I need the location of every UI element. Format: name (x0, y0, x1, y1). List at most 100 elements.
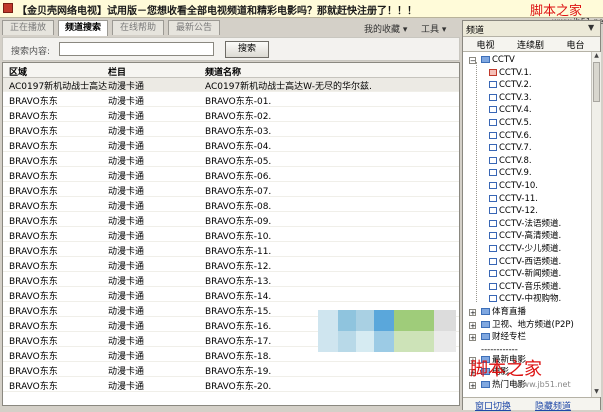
blurred-region (318, 310, 458, 352)
tree-node-label: CCTV.4. (499, 105, 532, 116)
table-row[interactable]: BRAVO东东 动漫卡通 BRAVO东东-03. (3, 123, 459, 137)
tv-icon (489, 232, 497, 240)
tree-channel[interactable]: CCTV.5. (489, 117, 532, 129)
panel-tab-radio[interactable]: 电台 (553, 38, 598, 51)
table-row[interactable]: BRAVO东东 动漫卡通 BRAVO东东-20. (3, 378, 459, 392)
table-header: 区域 栏目 频道名称 (3, 63, 459, 78)
tree-channel[interactable]: CCTV.3. (489, 92, 532, 104)
tree-folder[interactable]: + 财经专栏 (469, 331, 526, 343)
scroll-down-icon[interactable]: ▼ (593, 388, 600, 396)
tree-channel[interactable]: CCTV.1. (489, 67, 532, 79)
table-row[interactable]: AC0197新机动战士高达 动漫卡通 AC0197新机动战士高达W-无尽的华尔兹. (3, 78, 459, 92)
tree-channel[interactable]: CCTV-中视购物. (489, 293, 561, 305)
tree-channel[interactable]: CCTV.2. (489, 79, 532, 91)
tree-channel[interactable]: CCTV.9. (489, 167, 532, 179)
tab-channel-search[interactable]: 频道搜索 (58, 20, 108, 36)
table-row[interactable]: BRAVO东东 动漫卡通 BRAVO东东-01. (3, 93, 459, 107)
tab-online-help[interactable]: 在线帮助 (112, 20, 164, 35)
tree-channel[interactable]: CCTV-西语频道. (489, 256, 561, 268)
tree-channel[interactable]: CCTV-音乐频道. (489, 281, 561, 293)
tree-node-label: CCTV-12. (499, 206, 538, 217)
expand-icon[interactable]: + (469, 321, 476, 329)
cell-category: 动漫卡通 (108, 232, 145, 242)
panel-tab-tv[interactable]: 电视 (463, 38, 508, 51)
cell-channel-name: BRAVO东东-16. (205, 322, 272, 332)
panel-tab-series[interactable]: 连续剧 (508, 38, 553, 51)
collapse-icon[interactable]: − (469, 57, 476, 65)
tree-channel[interactable]: CCTV-少儿频道. (489, 243, 561, 255)
table-row[interactable]: BRAVO东东 动漫卡通 BRAVO东东-19. (3, 363, 459, 377)
cell-category: 动漫卡通 (108, 187, 145, 197)
tree-node-label: CCTV.8. (499, 155, 532, 166)
favorites-menu[interactable]: 我的收藏 ▾ (364, 22, 407, 35)
tree-guide-line (476, 62, 477, 302)
table-row[interactable]: BRAVO东东 动漫卡通 BRAVO东东-02. (3, 108, 459, 122)
tree-node-label: CCTV.5. (499, 118, 532, 128)
tree-folder[interactable]: + 卫视、地方频道(P2P) (469, 319, 574, 331)
switch-window-link[interactable]: 窗口切换 (475, 399, 511, 412)
expand-icon[interactable]: + (469, 309, 476, 317)
table-row[interactable]: BRAVO东东 动漫卡通 BRAVO东东-06. (3, 168, 459, 182)
tree-channel[interactable]: CCTV-法语频道. (489, 218, 561, 230)
table-row[interactable]: BRAVO东东 动漫卡通 BRAVO东东-12. (3, 258, 459, 272)
table-row[interactable]: BRAVO东东 动漫卡通 BRAVO东东-04. (3, 138, 459, 152)
search-input[interactable] (59, 42, 214, 56)
table-row[interactable]: BRAVO东东 动漫卡通 BRAVO东东-11. (3, 243, 459, 257)
cell-region: BRAVO东东 (9, 127, 58, 137)
search-button[interactable]: 搜索 (225, 41, 269, 58)
tv-icon (489, 81, 497, 89)
cell-channel-name: BRAVO东东-08. (205, 202, 272, 212)
table-row[interactable]: BRAVO东东 动漫卡通 BRAVO东东-14. (3, 288, 459, 302)
table-row[interactable]: BRAVO东东 动漫卡通 BRAVO东东-07. (3, 183, 459, 197)
cell-category: 动漫卡通 (108, 202, 145, 212)
search-label: 搜索内容: (11, 47, 51, 57)
tree-node-label: CCTV-新闻频道. (499, 269, 562, 280)
scroll-thumb[interactable] (593, 62, 600, 102)
tree-folder[interactable]: − CCTV (469, 54, 515, 66)
tree-channel[interactable]: CCTV-10. (489, 180, 538, 192)
table-row[interactable]: BRAVO东东 动漫卡通 BRAVO东东-13. (3, 273, 459, 287)
tree-channel[interactable]: CCTV-新闻频道. (489, 268, 561, 280)
column-header-category[interactable]: 栏目 (108, 65, 126, 78)
tv-icon (489, 257, 497, 265)
cell-region: BRAVO东东 (9, 382, 58, 392)
tree-node-label: CCTV-少儿频道. (499, 244, 562, 254)
table-row[interactable]: BRAVO东东 动漫卡通 BRAVO东东-05. (3, 153, 459, 167)
cell-channel-name: BRAVO东东-11. (205, 247, 272, 257)
tab-latest-notice[interactable]: 最新公告 (168, 20, 220, 35)
tv-icon (489, 119, 497, 126)
table-row[interactable]: BRAVO东东 动漫卡通 BRAVO东东-09. (3, 213, 459, 227)
chevron-down-icon[interactable]: ▼ (588, 23, 594, 32)
tab-now-playing[interactable]: 正在播放 (2, 20, 54, 35)
tree-channel[interactable]: CCTV-高清频道. (489, 230, 561, 242)
tv-icon (489, 207, 497, 215)
table-row[interactable]: BRAVO东东 动漫卡通 BRAVO东东-10. (3, 228, 459, 242)
column-header-region[interactable]: 区域 (9, 65, 27, 78)
tree-node-label: CCTV-中视购物. (499, 294, 562, 305)
cell-region: BRAVO东东 (9, 172, 58, 182)
cell-channel-name: AC0197新机动战士高达W-无尽的华尔兹. (205, 82, 372, 92)
hide-channels-link[interactable]: 隐藏频道 (535, 399, 571, 412)
cell-region: BRAVO东东 (9, 157, 58, 167)
tv-icon (489, 282, 497, 290)
channel-tree: − CCTV CCTV.1. CCTV.2. CCTV.3. CCTV.4. CCTV.5.… (463, 52, 591, 397)
tree-channel[interactable]: CCTV.4. (489, 104, 532, 116)
tree-scrollbar[interactable]: ▲ ▼ (591, 52, 601, 397)
cell-channel-name: BRAVO东东-17. (205, 337, 272, 347)
tree-channel[interactable]: CCTV.8. (489, 155, 532, 167)
tree-channel[interactable]: CCTV.7. (489, 142, 532, 154)
cell-region: BRAVO东东 (9, 337, 58, 347)
expand-icon[interactable]: + (469, 382, 476, 390)
tree-channel[interactable]: CCTV-12. (489, 205, 538, 217)
table-row[interactable]: BRAVO东东 动漫卡通 BRAVO东东-08. (3, 198, 459, 212)
scroll-up-icon[interactable]: ▲ (593, 52, 600, 60)
tree-channel[interactable]: CCTV-11. (489, 193, 538, 205)
cell-region: BRAVO东东 (9, 307, 58, 317)
column-header-channel-name[interactable]: 频道名称 (205, 65, 241, 78)
cell-channel-name: BRAVO东东-01. (205, 97, 272, 107)
tree-folder[interactable]: + 体育直播 (469, 306, 526, 318)
expand-icon[interactable]: + (469, 334, 476, 342)
tree-channel[interactable]: CCTV.6. (489, 130, 532, 142)
tools-menu[interactable]: 工具 ▾ (421, 22, 446, 35)
tv-icon (489, 194, 497, 202)
